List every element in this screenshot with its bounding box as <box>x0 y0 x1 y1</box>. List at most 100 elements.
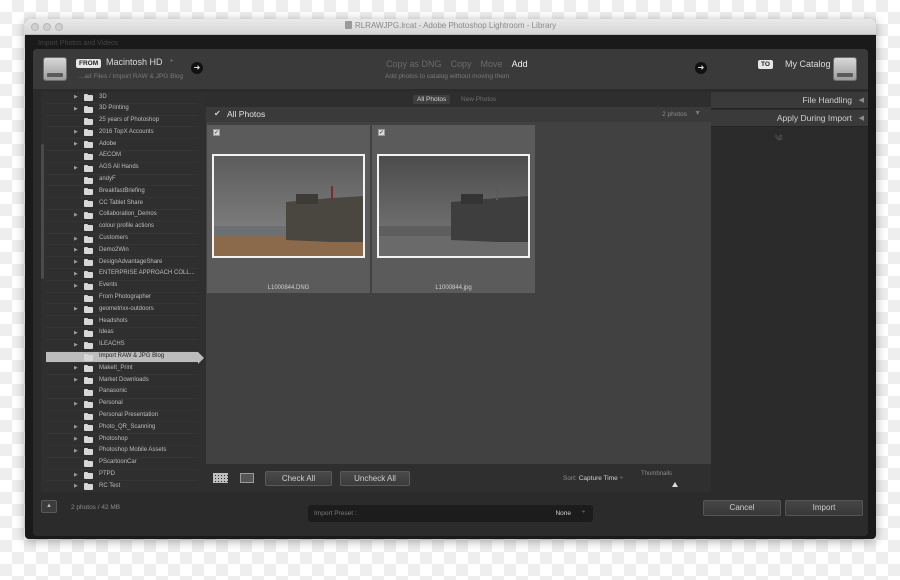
folder-item[interactable]: Personal Presentation <box>46 411 198 423</box>
expand-triangle-icon[interactable]: ▶ <box>74 483 78 489</box>
folder-item[interactable]: ▶ Demo2Win <box>46 245 198 258</box>
collapse-dialog-button[interactable]: ▲ <box>41 500 57 513</box>
folder-label: Events <box>99 282 118 289</box>
apply-during-import-section[interactable]: Apply During Import ◀ <box>711 110 868 127</box>
mode-description: Add photos to catalog without moving the… <box>385 73 510 80</box>
photo-thumbnail[interactable] <box>377 154 530 258</box>
file-handling-section[interactable]: File Handling ◀ <box>711 92 868 109</box>
folder-icon <box>84 270 93 278</box>
mode-copy-as-dng[interactable]: Copy as DNG <box>386 59 442 69</box>
source-chevron-icon[interactable]: ÷ <box>170 59 173 65</box>
folder-icon <box>84 377 93 385</box>
tab-all-photos[interactable]: All Photos <box>413 95 451 104</box>
folder-item[interactable]: PScartoonCar <box>46 458 198 470</box>
folder-item[interactable]: ▶ Ideas <box>46 328 198 340</box>
include-checkbox[interactable]: ✓ <box>213 129 220 136</box>
expand-triangle-icon[interactable]: ▶ <box>74 436 78 442</box>
expand-triangle-icon[interactable]: ▶ <box>74 330 78 336</box>
folder-item[interactable]: 25 years of Photoshop <box>46 116 198 128</box>
panel-end-ornament: ༄ <box>774 133 784 143</box>
folder-item[interactable]: Panasonic <box>46 387 198 399</box>
import-button[interactable]: Import <box>785 500 863 516</box>
folder-label: Photoshop <box>99 435 128 442</box>
check-all-button[interactable]: Check All <box>265 471 332 486</box>
expand-triangle-icon[interactable]: ▶ <box>74 306 78 312</box>
expand-triangle-icon[interactable]: ▶ <box>74 236 78 242</box>
folder-item[interactable]: ▶ Adobe <box>46 139 198 151</box>
uncheck-all-button[interactable]: Uncheck All <box>340 471 410 486</box>
expand-triangle-icon[interactable]: ▶ <box>74 141 78 147</box>
mode-move[interactable]: Move <box>481 59 503 69</box>
include-checkbox[interactable]: ✓ <box>378 129 385 136</box>
expand-triangle-icon[interactable]: ▶ <box>74 283 78 289</box>
mode-copy[interactable]: Copy <box>451 59 472 69</box>
folder-item[interactable]: ▶ PTPD <box>46 470 198 482</box>
header-menu-icon[interactable]: ▼ <box>694 110 701 117</box>
sort-control[interactable]: Sort: Capture Time ÷ <box>563 475 623 482</box>
cancel-button[interactable]: Cancel <box>703 500 781 516</box>
expand-triangle-icon[interactable]: ▶ <box>74 342 78 348</box>
loupe-view-icon[interactable] <box>240 473 254 483</box>
folder-item[interactable]: ▶ Market Downloads <box>46 375 198 387</box>
folder-item[interactable]: ▶ DesignAdvantageShare <box>46 257 198 269</box>
tab-new-photos[interactable]: New Photos <box>457 95 500 104</box>
folder-item[interactable]: ▶ Photo_QR_Scanning <box>46 422 198 435</box>
expand-triangle-icon[interactable]: ▶ <box>74 247 78 253</box>
expand-triangle-icon[interactable]: ▶ <box>74 106 78 112</box>
collapse-icon[interactable]: ◀ <box>859 96 864 104</box>
expand-triangle-icon[interactable]: ▶ <box>74 448 78 454</box>
folder-label: RC Test <box>99 482 121 489</box>
expand-triangle-icon[interactable]: ▶ <box>74 94 78 100</box>
folder-item[interactable]: colour profile actions <box>46 222 198 234</box>
folder-item[interactable]: ▶ 3D <box>46 92 198 104</box>
folder-item[interactable]: ▶ ILEACHS <box>46 340 198 352</box>
import-preset-selector[interactable]: Import Preset : None ÷ <box>308 505 593 522</box>
folder-item[interactable]: AECOM <box>46 151 198 163</box>
folder-item[interactable]: ▶ Photoshop Mobile Assets <box>46 446 198 458</box>
folder-item[interactable]: BreakfastBriefing <box>46 186 198 199</box>
photo-filename: L1000844.jpg <box>435 285 472 291</box>
grid-view-icon[interactable] <box>213 473 228 483</box>
expand-triangle-icon[interactable]: ▶ <box>74 271 78 277</box>
expand-triangle-icon[interactable]: ▶ <box>74 377 78 383</box>
destination-arrow-icon: ➜ <box>695 62 707 74</box>
source-drive-icon[interactable] <box>43 57 67 81</box>
expand-triangle-icon[interactable]: ▶ <box>74 212 78 218</box>
folder-item[interactable]: Import RAW & JPG Blog <box>46 351 204 364</box>
thumbnail-size-slider[interactable] <box>672 482 678 487</box>
expand-triangle-icon[interactable]: ▶ <box>74 165 78 171</box>
folder-item[interactable]: ▶ Photoshop <box>46 434 198 446</box>
folder-item[interactable]: ▶ Collaboration_Demos <box>46 210 198 222</box>
folder-label: ENTERPRISE APPROACH COLL... <box>99 270 195 277</box>
photo-thumbnail[interactable] <box>212 154 365 258</box>
expand-triangle-icon[interactable]: ▶ <box>74 365 78 371</box>
folder-item[interactable]: ▶ AGS All Hands <box>46 163 198 175</box>
folder-item[interactable]: ▶ 2016 TopX Accounts <box>46 127 198 140</box>
mode-add[interactable]: Add <box>512 59 528 69</box>
source-name[interactable]: Macintosh HD <box>106 57 163 67</box>
folder-item[interactable]: ▶ 3D Printing <box>46 104 198 116</box>
expand-triangle-icon[interactable]: ▶ <box>74 129 78 135</box>
folder-item[interactable]: ▶ ENTERPRISE APPROACH COLL... <box>46 269 198 281</box>
collapse-icon[interactable]: ◀ <box>859 114 864 122</box>
expand-triangle-icon[interactable]: ▶ <box>74 472 78 478</box>
window-titlebar: RLRAWJPG.lrcat - Adobe Photoshop Lightro… <box>25 19 876 35</box>
folder-label: Customers <box>99 235 129 242</box>
folder-item[interactable]: From Photographer <box>46 293 198 305</box>
folder-item[interactable]: ▶ Customers <box>46 234 198 246</box>
thumbnail-cell[interactable]: ✓ <box>372 125 535 293</box>
folder-item[interactable]: andyF <box>46 175 198 187</box>
folder-icon <box>84 424 93 432</box>
folder-item[interactable]: CC Tablet Share <box>46 198 198 210</box>
thumbnail-cell[interactable]: ✓ <box>207 125 370 293</box>
folder-item[interactable]: ▶ MakeIt_Print <box>46 363 198 376</box>
expand-triangle-icon[interactable]: ▶ <box>74 259 78 265</box>
folder-item[interactable]: Headshots <box>46 316 198 328</box>
source-scrollbar[interactable] <box>41 144 44 279</box>
expand-triangle-icon[interactable]: ▶ <box>74 401 78 407</box>
folder-label: Market Downloads <box>99 376 149 383</box>
expand-triangle-icon[interactable]: ▶ <box>74 424 78 430</box>
folder-item[interactable]: ▶ geometrixx-outdoors <box>46 304 198 317</box>
folder-item[interactable]: ▶ Events <box>46 281 198 293</box>
folder-item[interactable]: ▶ Personal <box>46 399 198 411</box>
